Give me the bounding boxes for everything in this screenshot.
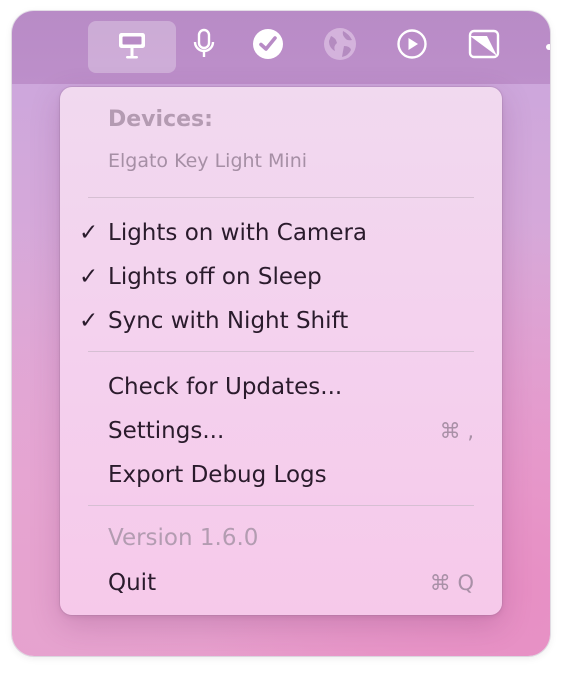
checkmark-icon: ✓ bbox=[79, 308, 99, 334]
menubar-item-microphone[interactable] bbox=[184, 23, 224, 69]
menu-item-label: Check for Updates... bbox=[108, 374, 343, 400]
menu-item-label: Sync with Night Shift bbox=[108, 308, 349, 334]
device-item: Elgato Key Light Mini bbox=[108, 150, 308, 172]
key-light-icon bbox=[115, 30, 149, 64]
checkmark-icon: ✓ bbox=[79, 220, 99, 246]
menubar-item-checkmark[interactable] bbox=[248, 23, 288, 69]
menubar-item-globe[interactable] bbox=[320, 23, 360, 69]
checkmark-icon: ✓ bbox=[79, 264, 99, 290]
separator bbox=[88, 197, 474, 198]
checkmark-circle-icon bbox=[251, 27, 285, 65]
menu-item-check-for-updates[interactable]: Check for Updates... bbox=[60, 367, 502, 407]
menu-item-label: Lights on with Camera bbox=[108, 220, 368, 246]
menu-item-lights-on-with-camera[interactable]: ✓ Lights on with Camera bbox=[60, 213, 502, 253]
menubar-item-overflow[interactable] bbox=[540, 23, 550, 69]
menubar-item-key-light[interactable] bbox=[88, 21, 176, 73]
keyboard-shortcut: ⌘ Q bbox=[429, 571, 474, 595]
cursor-square-icon bbox=[467, 28, 501, 64]
menubar-item-play[interactable] bbox=[392, 23, 432, 69]
menu-item-export-debug-logs[interactable]: Export Debug Logs bbox=[60, 455, 502, 495]
menu-item-label: Lights off on Sleep bbox=[108, 264, 322, 290]
devices-header: Devices: bbox=[108, 107, 213, 132]
menu-item-sync-with-night-shift[interactable]: ✓ Sync with Night Shift bbox=[60, 301, 502, 341]
microphone-icon bbox=[190, 27, 218, 65]
menu-item-lights-off-on-sleep[interactable]: ✓ Lights off on Sleep bbox=[60, 257, 502, 297]
globe-icon bbox=[322, 26, 358, 66]
separator bbox=[88, 505, 474, 506]
menu-item-label: Export Debug Logs bbox=[108, 462, 327, 488]
play-circle-icon bbox=[396, 28, 428, 64]
menubar-item-cursor[interactable] bbox=[464, 23, 504, 69]
menu-item-label: Quit bbox=[108, 570, 157, 596]
partial-icon bbox=[541, 29, 550, 63]
version-label: Version 1.6.0 bbox=[108, 525, 259, 551]
dropdown-menu: Devices: Elgato Key Light Mini ✓ Lights … bbox=[60, 87, 502, 615]
keyboard-shortcut: ⌘ , bbox=[439, 419, 474, 443]
menu-item-settings[interactable]: Settings... ⌘ , bbox=[60, 411, 502, 451]
menu-item-label: Settings... bbox=[108, 418, 225, 444]
menu-item-quit[interactable]: Quit ⌘ Q bbox=[60, 563, 502, 603]
menu-bar bbox=[12, 11, 550, 84]
separator bbox=[88, 351, 474, 352]
